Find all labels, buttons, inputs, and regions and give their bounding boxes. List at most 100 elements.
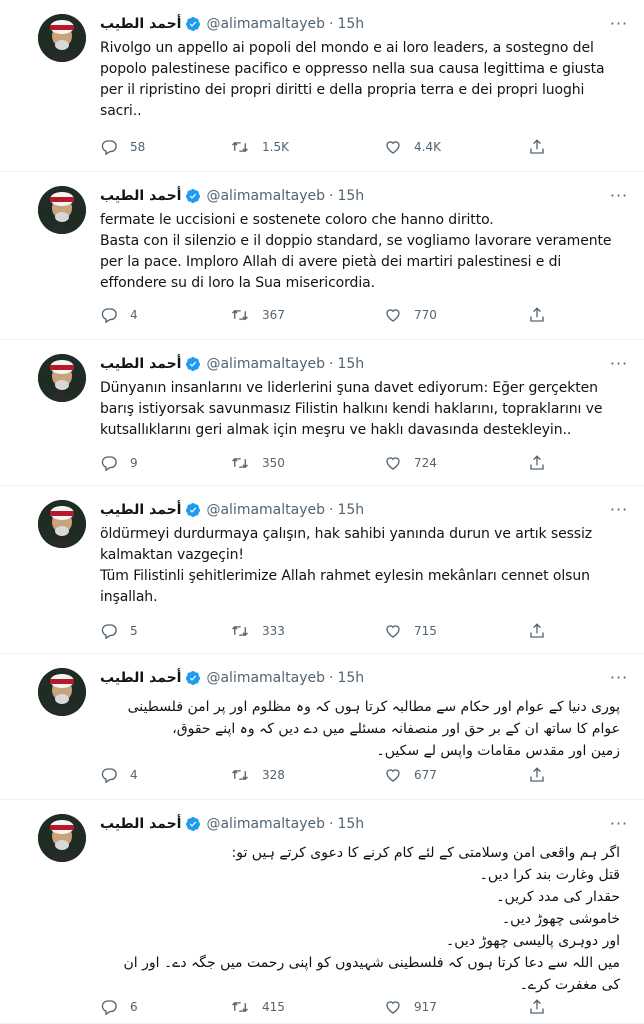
- timestamp[interactable]: 15h: [337, 502, 364, 518]
- tweet[interactable]: أحمد الطيب @alimamaltayeb · 15h ··· اگر …: [0, 800, 644, 1024]
- tweet-text-line: effondere su di loro la Sua misericordia…: [100, 275, 375, 291]
- retweet-button[interactable]: 367: [230, 306, 285, 324]
- retweet-icon: [230, 306, 250, 324]
- like-count: 677: [414, 768, 437, 782]
- like-button[interactable]: 715: [384, 622, 437, 640]
- tweet[interactable]: أحمد الطيب @alimamaltayeb · 15h ··· پوری…: [0, 654, 644, 800]
- reply-button[interactable]: 4: [100, 306, 138, 324]
- retweet-button[interactable]: 415: [230, 998, 285, 1016]
- tweet[interactable]: أحمد الطيب @alimamaltayeb · 15h ··· Rivo…: [0, 0, 644, 172]
- timestamp[interactable]: 15h: [337, 816, 364, 832]
- reply-count: 6: [130, 1000, 138, 1014]
- like-button[interactable]: 724: [384, 454, 437, 472]
- reply-count: 4: [130, 768, 138, 782]
- author-handle[interactable]: @alimamaltayeb: [206, 16, 325, 32]
- author-name[interactable]: أحمد الطيب: [100, 502, 181, 518]
- like-button[interactable]: 4.4K: [384, 138, 441, 156]
- share-icon: [528, 766, 546, 784]
- verified-badge-icon: [185, 670, 201, 686]
- timestamp[interactable]: 15h: [337, 16, 364, 32]
- verified-badge-icon: [185, 188, 201, 204]
- tweet-text-line: خاموشی چھوڑ دیں۔: [501, 911, 620, 927]
- tweet-text-line: قتل وغارت بند کرا دیں۔: [479, 867, 620, 883]
- share-button[interactable]: [528, 454, 546, 472]
- timestamp[interactable]: 15h: [337, 188, 364, 204]
- avatar[interactable]: [38, 354, 86, 402]
- more-options-icon[interactable]: ···: [608, 185, 630, 205]
- share-button[interactable]: [528, 138, 546, 156]
- author-handle[interactable]: @alimamaltayeb: [206, 670, 325, 686]
- like-button[interactable]: 917: [384, 998, 437, 1016]
- tweet-text-line: kalmaktan vazgeçin!: [100, 547, 244, 563]
- reply-button[interactable]: 4: [100, 766, 138, 784]
- tweet[interactable]: أحمد الطيب @alimamaltayeb · 15h ··· ferm…: [0, 172, 644, 340]
- more-options-icon[interactable]: ···: [608, 813, 630, 833]
- more-options-icon[interactable]: ···: [608, 499, 630, 519]
- share-button[interactable]: [528, 766, 546, 784]
- author-handle[interactable]: @alimamaltayeb: [206, 356, 325, 372]
- avatar[interactable]: [38, 186, 86, 234]
- reply-button[interactable]: 5: [100, 622, 138, 640]
- author-name[interactable]: أحمد الطيب: [100, 670, 181, 686]
- author-name[interactable]: أحمد الطيب: [100, 356, 181, 372]
- tweet-text-line: حقدار کی مدد کریں۔: [496, 889, 620, 905]
- heart-icon: [384, 306, 402, 324]
- retweet-count: 367: [262, 308, 285, 322]
- reply-count: 58: [130, 140, 146, 154]
- avatar[interactable]: [38, 500, 86, 548]
- reply-button[interactable]: 9: [100, 454, 138, 472]
- tweet-actions: 6 415 917: [100, 996, 560, 1018]
- reply-button[interactable]: 6: [100, 998, 138, 1016]
- separator: ·: [329, 670, 334, 686]
- share-button[interactable]: [528, 622, 546, 640]
- retweet-button[interactable]: 333: [230, 622, 285, 640]
- like-button[interactable]: 770: [384, 306, 437, 324]
- retweet-icon: [230, 622, 250, 640]
- tweet-header: أحمد الطيب @alimamaltayeb · 15h: [100, 14, 614, 34]
- author-name[interactable]: أحمد الطيب: [100, 816, 181, 832]
- tweet-text-line: per la pace. Imploro Allah di avere piet…: [100, 254, 562, 270]
- retweet-button[interactable]: 328: [230, 766, 285, 784]
- timestamp[interactable]: 15h: [337, 670, 364, 686]
- retweet-count: 350: [262, 456, 285, 470]
- verified-badge-icon: [185, 16, 201, 32]
- tweet-text-line: öldürmeyi durdurmaya çalışın, hak sahibi…: [100, 526, 593, 542]
- retweet-icon: [230, 454, 250, 472]
- timestamp[interactable]: 15h: [337, 356, 364, 372]
- reply-icon: [100, 766, 118, 784]
- like-button[interactable]: 677: [384, 766, 437, 784]
- tweet[interactable]: أحمد الطيب @alimamaltayeb · 15h ··· öldü…: [0, 486, 644, 654]
- share-icon: [528, 622, 546, 640]
- retweet-button[interactable]: 350: [230, 454, 285, 472]
- more-options-icon[interactable]: ···: [608, 13, 630, 33]
- reply-icon: [100, 138, 118, 156]
- like-count: 917: [414, 1000, 437, 1014]
- tweet-text-line: عوام کا ساتھ ان کے بر حق اور منصفانہ مسئ…: [172, 721, 620, 737]
- reply-button[interactable]: 58: [100, 138, 145, 156]
- author-name[interactable]: أحمد الطيب: [100, 16, 181, 32]
- tweet-actions: 4 328 677: [100, 764, 560, 786]
- retweet-button[interactable]: 1.5K: [230, 138, 289, 156]
- author-handle[interactable]: @alimamaltayeb: [206, 502, 325, 518]
- retweet-count: 415: [262, 1000, 285, 1014]
- tweet-text-line: Rivolgo un appello ai popoli del mondo e…: [100, 40, 594, 56]
- more-options-icon[interactable]: ···: [608, 667, 630, 687]
- share-icon: [528, 454, 546, 472]
- heart-icon: [384, 998, 402, 1016]
- heart-icon: [384, 766, 402, 784]
- tweet-text-line: Tüm Filistinli şehitlerimize Allah rahme…: [100, 568, 590, 584]
- author-handle[interactable]: @alimamaltayeb: [206, 188, 325, 204]
- share-icon: [528, 306, 546, 324]
- share-button[interactable]: [528, 998, 546, 1016]
- heart-icon: [384, 622, 402, 640]
- author-handle[interactable]: @alimamaltayeb: [206, 816, 325, 832]
- tweet[interactable]: أحمد الطيب @alimamaltayeb · 15h ··· Düny…: [0, 340, 644, 486]
- more-options-icon[interactable]: ···: [608, 353, 630, 373]
- avatar[interactable]: [38, 814, 86, 862]
- author-name[interactable]: أحمد الطيب: [100, 188, 181, 204]
- tweet-actions: 4 367 770: [100, 304, 560, 326]
- avatar[interactable]: [38, 668, 86, 716]
- share-button[interactable]: [528, 306, 546, 324]
- tweet-text-line: زمین اور مقدس مقامات واپس لے سکیں۔: [376, 743, 621, 759]
- avatar[interactable]: [38, 14, 86, 62]
